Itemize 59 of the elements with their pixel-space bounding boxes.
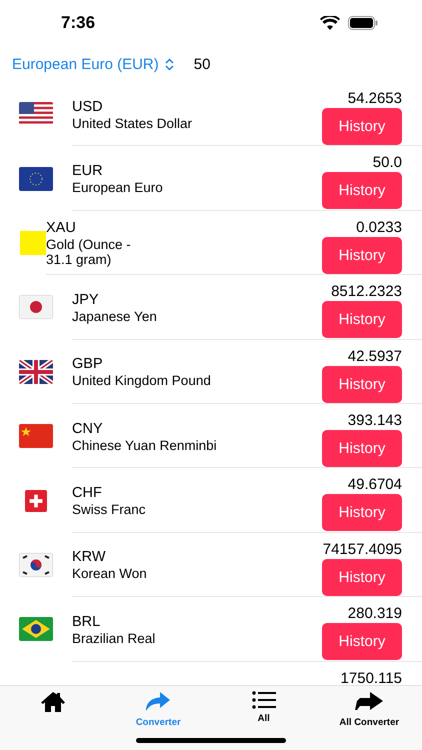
history-button[interactable]: History <box>322 301 402 338</box>
currency-name: Swiss Franc <box>72 502 147 518</box>
currency-code: BRL <box>72 614 102 630</box>
currency-name: Chinese Yuan Renminbi <box>72 438 218 453</box>
currency-code: EUR <box>72 163 104 180</box>
converted-value: 49.6704 <box>348 476 402 494</box>
brazil-flag-icon <box>19 617 53 642</box>
home-icon <box>40 691 66 713</box>
currency-name: United Kingdom Pound <box>72 373 212 388</box>
list-icon <box>252 691 276 709</box>
currency-name: United States Dollar <box>72 116 194 131</box>
us-flag-icon <box>19 102 53 126</box>
status-time: 7:36 <box>61 13 96 33</box>
currency-code: KRW <box>72 549 107 566</box>
currency-code: CHF <box>72 485 103 502</box>
tab-item[interactable]: Converter <box>106 686 211 731</box>
currency-code: USD <box>72 98 104 115</box>
history-button[interactable]: History <box>322 108 402 145</box>
converted-value: 74157.4095 <box>322 540 402 559</box>
history-button[interactable]: History <box>322 172 402 210</box>
korea-flag-icon <box>19 552 53 577</box>
battery-icon <box>348 16 378 30</box>
amount-field[interactable]: 50 <box>194 56 210 72</box>
history-button[interactable]: History <box>322 366 402 403</box>
currency-name: Gold (Ounce - 31.1 gram) <box>46 236 132 267</box>
history-button[interactable]: History <box>322 236 402 274</box>
currency-name: Brazilian Real <box>72 630 156 646</box>
eu-flag-icon <box>19 166 53 191</box>
uk-flag-icon <box>19 360 53 384</box>
currency-code: CNY <box>72 420 104 437</box>
swiss-flag-icon <box>25 490 47 512</box>
converted-value: 393.143 <box>348 412 402 430</box>
share-arrow-icon <box>145 691 172 713</box>
currency-name: Japanese Yen <box>72 308 158 324</box>
converted-value: 0.0233 <box>356 218 402 237</box>
tab-item[interactable]: All <box>211 686 316 731</box>
wifi-icon <box>320 16 340 30</box>
history-button[interactable]: History <box>322 558 402 596</box>
currency-name: Korean Won <box>72 566 148 582</box>
currency-name: European Euro <box>72 180 164 196</box>
tab-item[interactable]: All Converter <box>316 686 422 731</box>
china-flag-icon <box>19 424 53 448</box>
converted-value: 1750.115 <box>340 670 402 686</box>
converted-value: 280.319 <box>348 605 402 624</box>
history-button[interactable]: History <box>322 430 402 467</box>
converted-value: 50.0 <box>372 154 402 172</box>
history-button[interactable]: History <box>322 494 402 532</box>
currency-code: JPY <box>72 292 100 308</box>
converted-value: 54.2653 <box>348 90 402 108</box>
currency-code: GBP <box>72 356 104 372</box>
japan-flag-icon <box>19 295 53 320</box>
chevron-updown-icon <box>164 58 174 70</box>
converted-value: 42.5937 <box>348 348 402 366</box>
arrow-right-icon <box>354 691 384 713</box>
metal-swatch-icon <box>20 230 46 255</box>
converted-value: 8512.2323 <box>331 283 402 302</box>
currency-code: XAU <box>46 220 77 236</box>
currency-picker[interactable]: European Euro (EUR) <box>12 56 174 72</box>
history-button[interactable]: History <box>322 623 402 660</box>
